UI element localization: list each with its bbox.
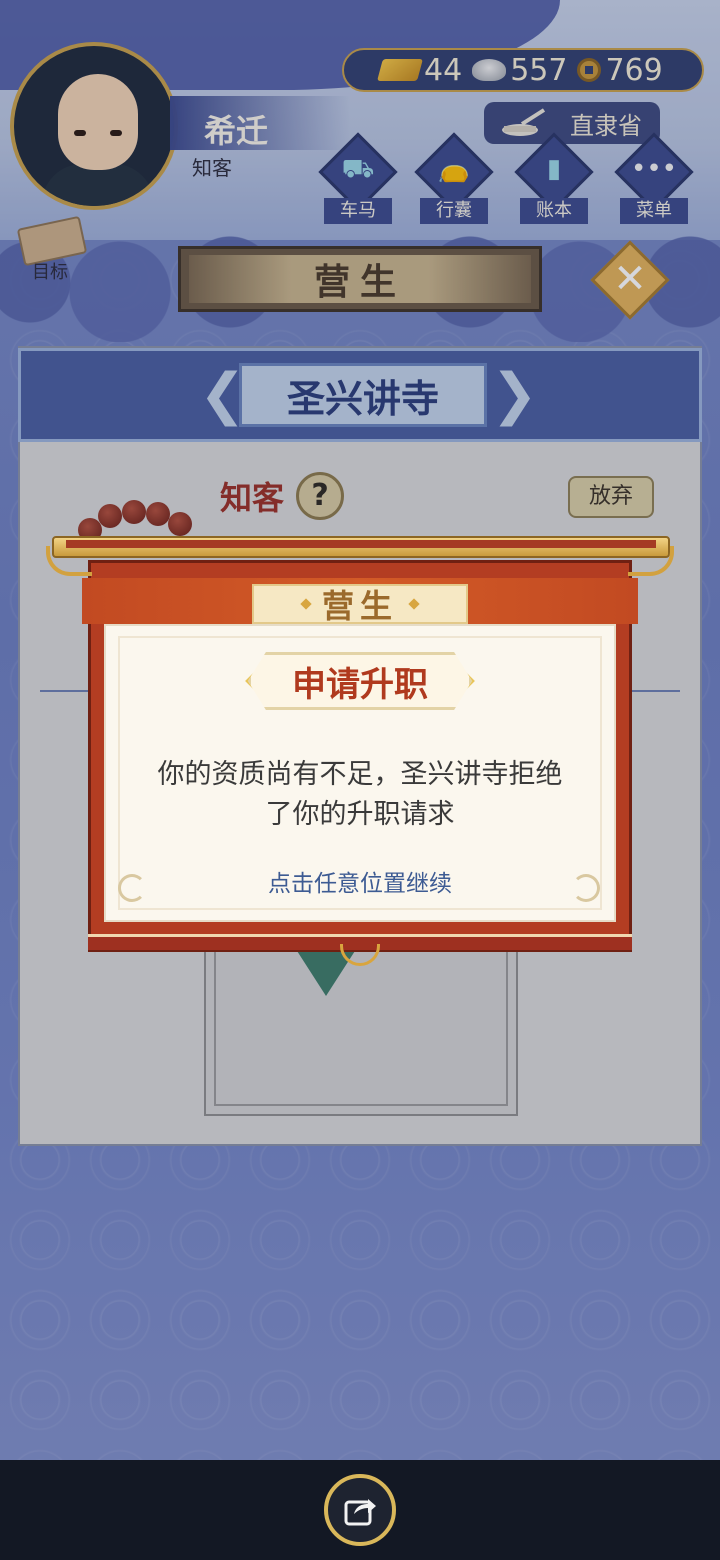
dialog-message-line1: 你的资质尚有不足，圣兴讲寺拒绝 — [157, 759, 563, 790]
dialog-message-line2: 了你的升职请求 — [265, 799, 455, 830]
diamond-ornament — [408, 598, 420, 610]
corner-ornament — [572, 874, 600, 902]
continue-hint[interactable]: 点击任意位置继续 — [104, 864, 616, 898]
corner-ornament — [118, 874, 146, 902]
dialog-banner-title: 营生 — [321, 587, 398, 625]
share-icon — [344, 1499, 376, 1526]
dialog-top-trim — [66, 540, 656, 548]
share-button[interactable] — [324, 1474, 396, 1546]
dialog-heading-plate: 申请升职 — [248, 652, 472, 710]
dialog-banner-plate: 营生 — [252, 584, 468, 625]
dialog-heading: 申请升职 — [292, 664, 428, 705]
diamond-ornament — [300, 598, 312, 610]
